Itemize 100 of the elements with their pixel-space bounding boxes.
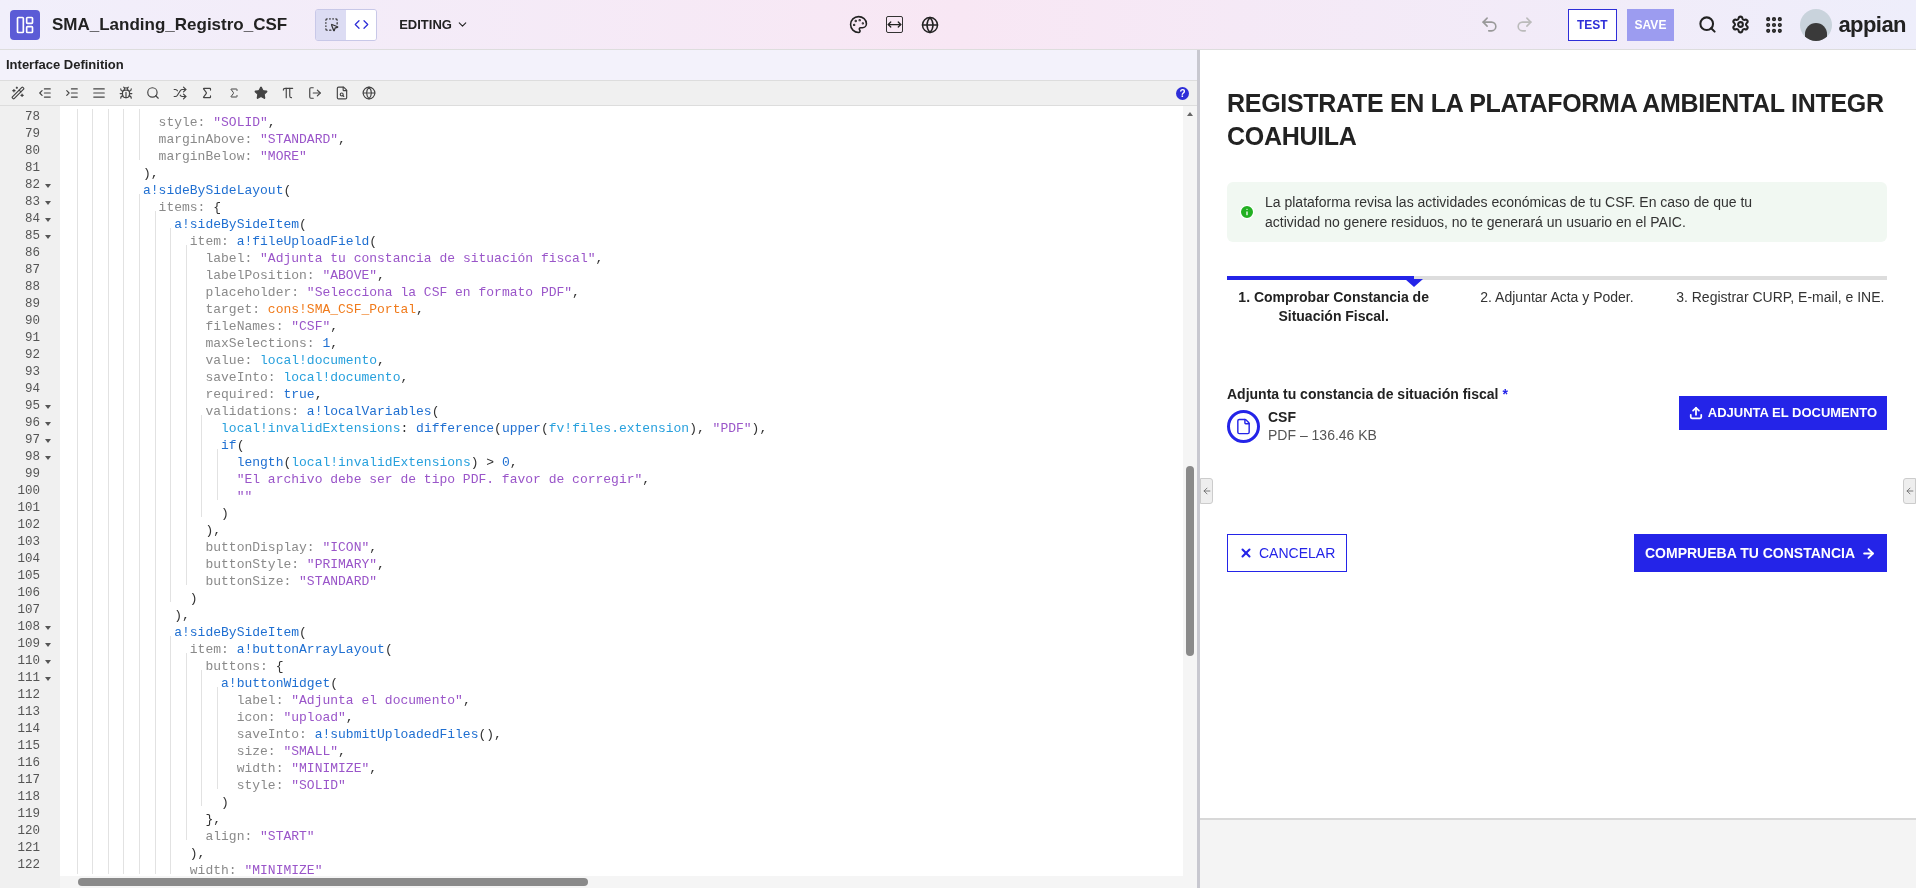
code-line: style: "SOLID" (235, 778, 346, 793)
cancel-button[interactable]: CANCELAR (1227, 534, 1348, 572)
panel-title: Interface Definition (6, 56, 124, 75)
line-number: 112 (16, 687, 40, 705)
line-number: 93 (24, 364, 40, 382)
upload-button[interactable]: ADJUNTA EL DOCUMENTO (1678, 396, 1887, 430)
code-line: align: "START" (204, 829, 315, 844)
help-icon[interactable]: ? (1176, 86, 1189, 100)
line-number: 113 (16, 704, 40, 722)
code-line: size: "SMALL", (235, 744, 346, 759)
line-number: 88 (24, 279, 40, 297)
code-line: a!sideBySideItem( (173, 625, 307, 640)
line-number: 96 (24, 415, 40, 433)
step-label: 3. Registrar CURP, E-mail, e INE. (1675, 288, 1886, 307)
line-number: 109 (16, 636, 40, 654)
design-view-toggle[interactable] (316, 9, 347, 40)
step-pointer-icon (1405, 279, 1423, 287)
line-number: 98 (24, 449, 40, 467)
code-line: value: local!documento, (204, 353, 385, 368)
palette-icon[interactable] (848, 15, 868, 34)
code-line: "" (235, 489, 253, 504)
code-line: ), (173, 608, 190, 623)
code-line: width: "MINIMIZE" (188, 863, 323, 878)
upload-icon (1688, 406, 1703, 420)
line-number: 95 (24, 398, 40, 416)
fold-caret-icon[interactable] (45, 421, 51, 426)
fold-caret-icon[interactable] (45, 455, 51, 460)
fold-caret-icon[interactable] (45, 625, 51, 630)
settings-icon[interactable] (1731, 15, 1751, 34)
fold-caret-icon[interactable] (45, 642, 51, 647)
fold-caret-icon[interactable] (45, 676, 51, 681)
line-number: 102 (16, 517, 40, 535)
test-button[interactable]: TEST (1567, 8, 1617, 41)
code-line: a!buttonWidget( (220, 676, 339, 691)
code-line: saveInto: a!submitUploadedFiles(), (235, 727, 502, 742)
code-line: labelPosition: "ABOVE", (204, 268, 385, 283)
line-number: 84 (24, 211, 40, 229)
fold-caret-icon[interactable] (45, 234, 51, 239)
code-line: ), (188, 846, 206, 861)
code-line: width: "MINIMIZE", (235, 761, 378, 776)
code-line: fileNames: "CSF", (204, 319, 339, 334)
code-line: icon: "upload", (235, 710, 354, 725)
code-line: buttonSize: "STANDARD" (204, 574, 378, 589)
line-number: 116 (16, 755, 40, 773)
line-number: 86 (24, 245, 40, 263)
submit-button[interactable]: COMPRUEBA TU CONSTANCIA (1634, 534, 1887, 572)
file-name: CSF (1268, 409, 1297, 426)
code-line: length(local!invalidExtensions) > 0, (235, 455, 518, 470)
file-size: PDF – 136.46 KB (1268, 426, 1377, 444)
code-line: required: true, (204, 387, 323, 402)
line-number: 82 (24, 177, 40, 195)
info-icon (1239, 204, 1255, 220)
fold-caret-icon[interactable] (45, 438, 51, 443)
line-number: 100 (16, 483, 40, 501)
step-label: 1. Comprobar Constancia de Situación Fiscal. (1237, 288, 1430, 326)
scrollbar-thumb[interactable] (1186, 466, 1194, 656)
line-number: 108 (16, 619, 40, 637)
line-number: 111 (16, 670, 40, 688)
horizontal-scrollbar[interactable] (60, 876, 1183, 888)
code-line: items: { (157, 200, 222, 215)
code-line: buttons: { (204, 659, 284, 674)
line-number: 122 (16, 857, 40, 875)
mode-dropdown[interactable]: EDITING (399, 14, 469, 35)
field-label: Adjunta tu constancia de situación fiscal * (1227, 385, 1508, 404)
line-number: 85 (24, 228, 40, 246)
fold-caret-icon[interactable] (45, 659, 51, 664)
avatar-icon[interactable] (1800, 8, 1833, 41)
code-line: maxSelections: 1, (204, 336, 339, 351)
apps-grid-icon[interactable] (1764, 14, 1785, 35)
scrollbar-thumb[interactable] (78, 878, 588, 886)
fold-caret-icon[interactable] (45, 200, 51, 205)
line-number: 91 (24, 330, 40, 348)
line-number: 118 (16, 789, 40, 807)
line-number: 114 (16, 721, 40, 739)
code-line: label: "Adjunta tu constancia de situación fiscal", (204, 251, 604, 266)
line-number: 94 (24, 381, 40, 399)
code-line: ), (204, 523, 222, 538)
line-number: 110 (16, 653, 40, 671)
fold-caret-icon[interactable] (45, 217, 51, 222)
code-line: item: a!buttonArrayLayout( (188, 642, 393, 657)
code-line: local!invalidExtensions: difference(upper(fv!files.extension), "PDF"), (220, 421, 768, 436)
search-icon[interactable] (1698, 15, 1718, 34)
fold-caret-icon[interactable] (45, 404, 51, 409)
vertical-scrollbar[interactable] (1183, 106, 1197, 888)
code-line: ) (220, 506, 229, 521)
code-line: marginAbove: "STANDARD", (157, 132, 346, 147)
fold-caret-icon[interactable] (45, 183, 51, 188)
line-number: 83 (24, 194, 40, 212)
scroll-up-icon[interactable] (1187, 112, 1193, 116)
code-line: saveInto: local!documento, (204, 370, 409, 385)
width-icon[interactable] (885, 16, 903, 33)
brand-wordmark: appian (1838, 11, 1906, 39)
code-line: buttonStyle: "PRIMARY", (204, 557, 385, 572)
code-line: validations: a!localVariables( (204, 404, 440, 419)
line-number: 81 (24, 160, 40, 178)
code-line: item: a!fileUploadField( (188, 234, 378, 249)
line-number: 106 (16, 585, 40, 603)
code-view-toggle[interactable] (346, 9, 377, 40)
globe-icon[interactable] (920, 15, 939, 34)
code-line: ), (142, 166, 159, 181)
